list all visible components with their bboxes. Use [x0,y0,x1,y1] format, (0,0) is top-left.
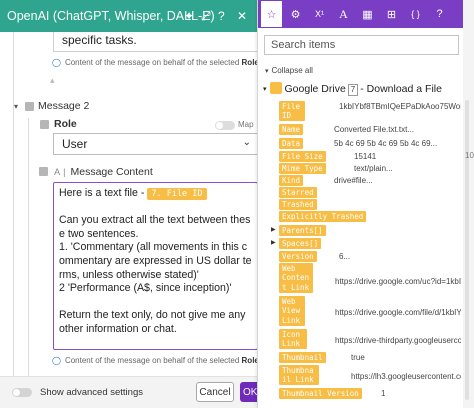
mapping-item-value: 1kbIYbf8TBmIQeEPaDkAoo75WoFruiT5 [339,102,461,111]
map-toggle-knob [216,122,223,129]
google-drive-module-row[interactable]: ▾ Google Drive 7- Download a File [263,82,442,96]
star-icon[interactable]: ☆ [260,0,283,28]
mapping-item-key-pill[interactable]: File ID [279,101,305,121]
role-checkbox[interactable] [40,120,49,129]
mapping-item-value: 1 [381,389,386,398]
expand-arrow-icon: ▾ [263,86,267,93]
mapping-item-key-pill[interactable]: Spaces[] [279,238,322,249]
close-icon[interactable]: ✕ [237,8,247,24]
mapping-item-key-pill[interactable]: Thumbnail Version [279,388,362,399]
collapse-caret[interactable]: ▾ [14,102,18,111]
mapping-item-key-pill[interactable]: Web View Link [279,296,305,326]
editor-paragraph: Return the text only, do not give me any… [59,309,246,335]
mapping-item-key-pill[interactable]: Version [279,251,317,262]
info-icon: ◯ [52,356,61,365]
content-label: Message Content [70,166,153,178]
tree-rail [13,32,14,376]
advanced-toggle-knob [13,389,20,396]
message-content-header: A | Message Content [39,166,153,178]
tree-rail-inner [28,118,29,376]
google-drive-icon [269,82,282,94]
mapping-item-key-pill[interactable]: Kind [279,175,304,186]
braces-icon[interactable]: { } [404,0,427,28]
advanced-settings-toggle[interactable] [12,388,32,397]
mapping-item-value: drive#file... [334,176,373,185]
mapping-item-key-pill[interactable]: Data [279,138,304,149]
mapping-item-key-pill[interactable]: Trashed [279,199,317,210]
mapping-item-key-pill[interactable]: Icon Link [279,329,307,349]
chevron-down-icon: ⌄ [242,137,251,148]
text-type-icon: A [54,167,61,177]
superscript-icon[interactable]: X¹ [308,0,331,28]
fullscreen-icon[interactable]: ⤢ [201,8,211,24]
gear-icon[interactable]: ⚙ [284,0,307,28]
module-action: - Download a File [360,83,442,95]
mapping-item-key-pill[interactable]: Name [279,124,304,135]
collapse-arrow-icon: ▾ [265,68,269,75]
openai-module-modal: OpenAI (ChatGPT, Whisper, DALL-E) ✦ ⤢ ? … [0,0,262,408]
mapping-item-key-pill[interactable]: Parents[] [279,225,326,236]
message-label: Message 2 [38,100,90,112]
map-toggle[interactable]: Map [215,120,255,131]
content-checkbox[interactable] [39,167,48,176]
module-name: Google Drive [284,83,346,95]
mapping-item-value: 6... [339,252,351,261]
text-icon[interactable]: A [332,0,355,28]
side-counter: 10 [465,151,474,160]
role-select-value: User [62,137,88,151]
help-icon[interactable]: ? [218,8,225,24]
editor-line-1: Here is a text file - 7. File ID [59,187,252,201]
mapping-item-value: text/plain... [354,164,393,173]
editor-paragraph: 1. 'Commentary (all movements in this co… [59,241,252,281]
role-label: Role [54,118,77,130]
editor-paragraph: Can you extract all the text between the… [59,214,251,240]
mapping-panel: ☆ ⚙ X¹ A ▦ ⊞ { } ? ▾Collapse all ▾ Google… [257,0,464,408]
search-items-input[interactable] [264,35,459,55]
mapping-item-value: Converted File.txt.txt... [334,125,415,134]
expand-arrow-icon[interactable]: ▶ [271,239,276,246]
mapping-item-key-pill[interactable]: Explicitly Trashed [279,211,367,222]
mapping-item-key-pill[interactable]: Thumbnail [279,352,326,363]
help-text: ◯ Content of the message on behalf of the… [52,58,259,67]
mapping-item-value: https://drive.google.com/uc?id=1kbIYbf8 [335,277,461,286]
calendar-icon[interactable]: ▦ [356,0,379,28]
mapping-item-value: https://drive.google.com/file/d/1kbIYbf8 [335,308,461,317]
magic-icon[interactable]: ✦ [184,8,194,24]
message-content-editor[interactable]: Here is a text file - 7. File ID Can you… [53,182,258,350]
modal-header: OpenAI (ChatGPT, Whisper, DALL-E) ✦ ⤢ ? … [0,0,262,32]
mapping-item-value: 5b 4c 69 5b 4c 69 5b 4c 69... [334,139,438,148]
file-id-pill[interactable]: 7. File ID [147,188,207,200]
advanced-settings-label: Show advanced settings [40,387,143,398]
collapse-dots: ▴ [50,75,55,85]
mapping-toolbar: ☆ ⚙ X¹ A ▦ ⊞ { } ? [258,0,464,28]
help-icon[interactable]: ? [428,0,451,28]
expand-arrow-icon[interactable]: ▶ [271,226,276,233]
mapping-item-value: true [351,353,365,362]
info-icon: ◯ [52,58,61,67]
mapping-item-key-pill[interactable]: Thumbnail Link [279,365,319,385]
mapping-item-value: 15141 [354,152,377,161]
previous-message-text: specific tasks. [62,33,137,47]
table-icon[interactable]: ⊞ [380,0,403,28]
mapping-item-key-pill[interactable]: Web Content Link [279,263,313,293]
mapping-item-value: https://lh3.googleusercontent.com/... [351,372,461,381]
collapse-all-link[interactable]: ▾ Collapse all [265,66,313,75]
page-scrollbar[interactable] [463,0,474,408]
message-checkbox[interactable] [25,102,34,111]
cancel-button[interactable]: Cancel [196,382,234,402]
mapping-item-key-pill[interactable]: Starred [279,187,317,198]
scrollbar-thumb[interactable] [465,100,469,400]
mapping-item-value: https://drive-thirdparty.googleuserconte… [335,336,461,345]
modal-footer: Show advanced settings Cancel OK [0,376,262,408]
previous-message-content-field[interactable]: specific tasks. [53,32,258,52]
mapping-item-key-pill[interactable]: Mime Type [279,163,326,174]
module-number-badge: 7 [347,84,359,96]
role-select[interactable]: User ⌄ [53,133,258,155]
map-label: Map [238,120,254,129]
mapping-item-key-pill[interactable]: File Size [279,151,326,162]
help-text: ◯ Content of the message on behalf of the… [52,356,259,365]
editor-paragraph: 2 'Performance (A$, since inception)' [59,282,232,295]
